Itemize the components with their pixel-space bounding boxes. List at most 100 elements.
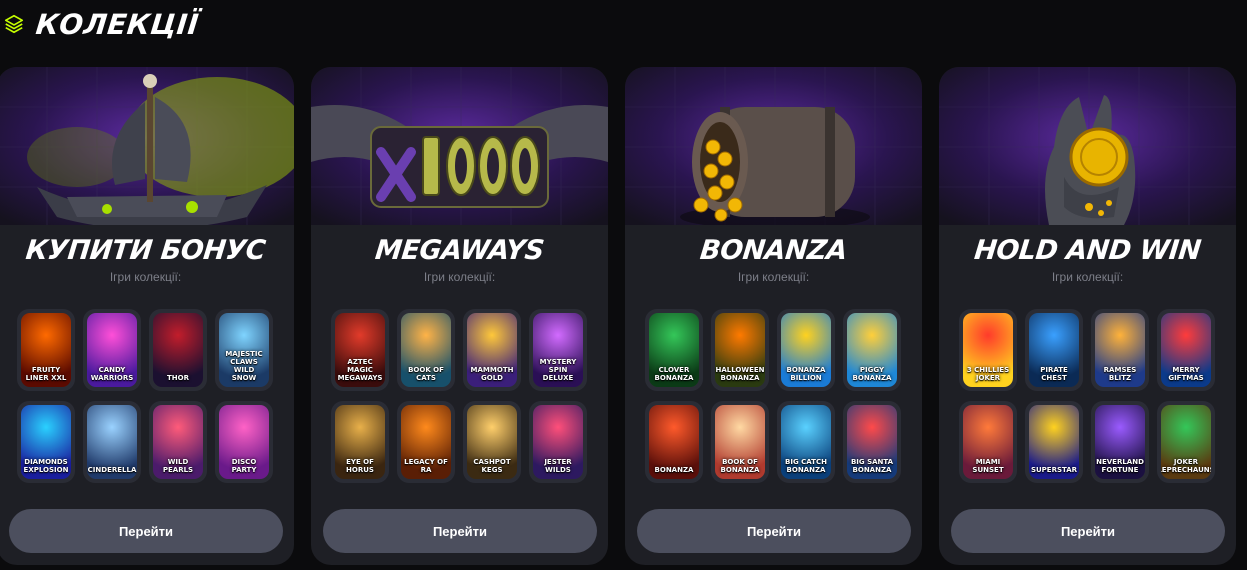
game-thumbnail[interactable]: MAMMOTH GOLD: [463, 309, 521, 391]
game-thumbnail[interactable]: LEGACY OF RA: [397, 401, 455, 483]
games-grid: CLOVER BONANZA HALLOWEEN BONANZA BONANZA B…: [645, 309, 903, 483]
game-cover: LEGACY OF RA: [401, 405, 451, 479]
game-cover: MYSTERY SPIN DELUXE: [533, 313, 583, 387]
game-title: BIG CATCH BONANZA: [785, 458, 827, 474]
game-thumbnail[interactable]: THOR: [149, 309, 207, 391]
go-button[interactable]: Перейти: [951, 509, 1225, 553]
page-title: КОЛЕКЦІЇ: [34, 7, 201, 41]
collection-card: HOLD AND WIN Ігри колекції: 3 CHILLIES JOK…: [939, 67, 1236, 565]
game-cover: 3 CHILLIES JOKER: [963, 313, 1013, 387]
game-cover: MERRY GIFTMAS: [1161, 313, 1211, 387]
game-title: AZTEC MAGIC MEGAWAYS: [337, 358, 383, 382]
game-title: JOKER LEPRECHAUNS: [1161, 458, 1211, 474]
game-title: MERRY GIFTMAS: [1168, 366, 1204, 382]
game-cover: THOR: [153, 313, 203, 387]
game-thumbnail[interactable]: BONANZA BILLION: [777, 309, 835, 391]
game-thumbnail[interactable]: BIG CATCH BONANZA: [777, 401, 835, 483]
game-cover: FRUITY LINER XXL: [21, 313, 71, 387]
game-cover: MAJESTIC CLAWS WILD SNOW: [219, 313, 269, 387]
game-thumbnail[interactable]: NEVERLAND FORTUNE: [1091, 401, 1149, 483]
game-thumbnail[interactable]: 3 CHILLIES JOKER: [959, 309, 1017, 391]
collection-artwork: [625, 67, 922, 225]
collection-title: BONANZA: [698, 235, 849, 266]
game-thumbnail[interactable]: MIAMI SUNSET: [959, 401, 1017, 483]
game-thumbnail[interactable]: DISCO PARTY: [215, 401, 273, 483]
game-cover: MAMMOTH GOLD: [467, 313, 517, 387]
game-title: MIAMI SUNSET: [972, 458, 1004, 474]
game-thumbnail[interactable]: MAJESTIC CLAWS WILD SNOW: [215, 309, 273, 391]
game-thumbnail[interactable]: WILD PEARLS: [149, 401, 207, 483]
game-cover: CANDY WARRIORS: [87, 313, 137, 387]
game-title: BOOK OF CATS: [408, 366, 444, 382]
game-title: FRUITY LINER XXL: [25, 366, 67, 382]
game-title: 3 CHILLIES JOKER: [966, 366, 1010, 382]
game-cover: BOOK OF BONANZA: [715, 405, 765, 479]
game-cover: PIRATE CHEST: [1029, 313, 1079, 387]
game-cover: PIGGY BONANZA: [847, 313, 897, 387]
games-grid: AZTEC MAGIC MEGAWAYS BOOK OF CATS MAMMOTH …: [331, 309, 589, 483]
game-thumbnail[interactable]: PIRATE CHEST: [1025, 309, 1083, 391]
game-cover: JOKER LEPRECHAUNS: [1161, 405, 1211, 479]
game-thumbnail[interactable]: BONANZA: [645, 401, 703, 483]
game-title: DISCO PARTY: [231, 458, 257, 474]
collection-title: MEGAWAYS: [373, 235, 546, 266]
game-title: CASHPOT KEGS: [473, 458, 511, 474]
game-thumbnail[interactable]: AZTEC MAGIC MEGAWAYS: [331, 309, 389, 391]
collection-card: КУПИТИ БОНУС Ігри колекції: FRUITY LINER X…: [0, 67, 294, 565]
game-title: PIGGY BONANZA: [852, 366, 892, 382]
game-cover: JESTER WILDS: [533, 405, 583, 479]
game-thumbnail[interactable]: CASHPOT KEGS: [463, 401, 521, 483]
game-cover: WILD PEARLS: [153, 405, 203, 479]
game-thumbnail[interactable]: SUPERSTAR: [1025, 401, 1083, 483]
game-cover: CASHPOT KEGS: [467, 405, 517, 479]
game-title: WILD PEARLS: [162, 458, 194, 474]
game-thumbnail[interactable]: MYSTERY SPIN DELUXE: [529, 309, 587, 391]
game-cover: CLOVER BONANZA: [649, 313, 699, 387]
game-thumbnail[interactable]: EYE OF HORUS: [331, 401, 389, 483]
game-cover: BONANZA BILLION: [781, 313, 831, 387]
layers-icon: [2, 12, 26, 36]
game-cover: BONANZA: [649, 405, 699, 479]
game-thumbnail[interactable]: RAMSES BLITZ: [1091, 309, 1149, 391]
game-title: THOR: [167, 374, 189, 382]
game-cover: BIG SANTA BONANZA: [847, 405, 897, 479]
game-thumbnail[interactable]: BOOK OF CATS: [397, 309, 455, 391]
game-title: BONANZA BILLION: [786, 366, 826, 382]
game-title: CANDY WARRIORS: [90, 366, 134, 382]
go-button[interactable]: Перейти: [323, 509, 597, 553]
game-thumbnail[interactable]: JESTER WILDS: [529, 401, 587, 483]
game-title: CINDERELLA: [87, 466, 137, 474]
game-title: NEVERLAND FORTUNE: [1096, 458, 1144, 474]
go-button[interactable]: Перейти: [9, 509, 283, 553]
collection-artwork: [0, 67, 294, 225]
game-cover: NEVERLAND FORTUNE: [1095, 405, 1145, 479]
game-thumbnail[interactable]: CINDERELLA: [83, 401, 141, 483]
game-thumbnail[interactable]: MERRY GIFTMAS: [1157, 309, 1215, 391]
game-title: BONANZA: [654, 466, 694, 474]
game-thumbnail[interactable]: DIAMONDS EXPLOSION: [17, 401, 75, 483]
game-thumbnail[interactable]: BIG SANTA BONANZA: [843, 401, 901, 483]
collection-title: HOLD AND WIN: [972, 235, 1203, 266]
game-thumbnail[interactable]: FRUITY LINER XXL: [17, 309, 75, 391]
game-thumbnail[interactable]: HALLOWEEN BONANZA: [711, 309, 769, 391]
game-cover: CINDERELLA: [87, 405, 137, 479]
game-title: MAMMOTH GOLD: [470, 366, 514, 382]
game-title: PIRATE CHEST: [1040, 366, 1068, 382]
game-cover: AZTEC MAGIC MEGAWAYS: [335, 313, 385, 387]
game-thumbnail[interactable]: CANDY WARRIORS: [83, 309, 141, 391]
collection-subtitle: Ігри колекції:: [1051, 270, 1124, 284]
game-title: HALLOWEEN BONANZA: [715, 366, 765, 382]
game-title: MAJESTIC CLAWS WILD SNOW: [225, 350, 263, 382]
collection-card: BONANZA Ігри колекції: CLOVER BONANZA HALLO…: [625, 67, 922, 565]
game-thumbnail[interactable]: JOKER LEPRECHAUNS: [1157, 401, 1215, 483]
game-cover: SUPERSTAR: [1029, 405, 1079, 479]
game-thumbnail[interactable]: PIGGY BONANZA: [843, 309, 901, 391]
game-title: CLOVER BONANZA: [654, 366, 694, 382]
collections-header: КОЛЕКЦІЇ: [2, 4, 201, 44]
game-cover: DIAMONDS EXPLOSION: [21, 405, 71, 479]
go-button[interactable]: Перейти: [637, 509, 911, 553]
game-thumbnail[interactable]: CLOVER BONANZA: [645, 309, 703, 391]
game-thumbnail[interactable]: BOOK OF BONANZA: [711, 401, 769, 483]
game-cover: BIG CATCH BONANZA: [781, 405, 831, 479]
collection-artwork: [311, 67, 608, 225]
